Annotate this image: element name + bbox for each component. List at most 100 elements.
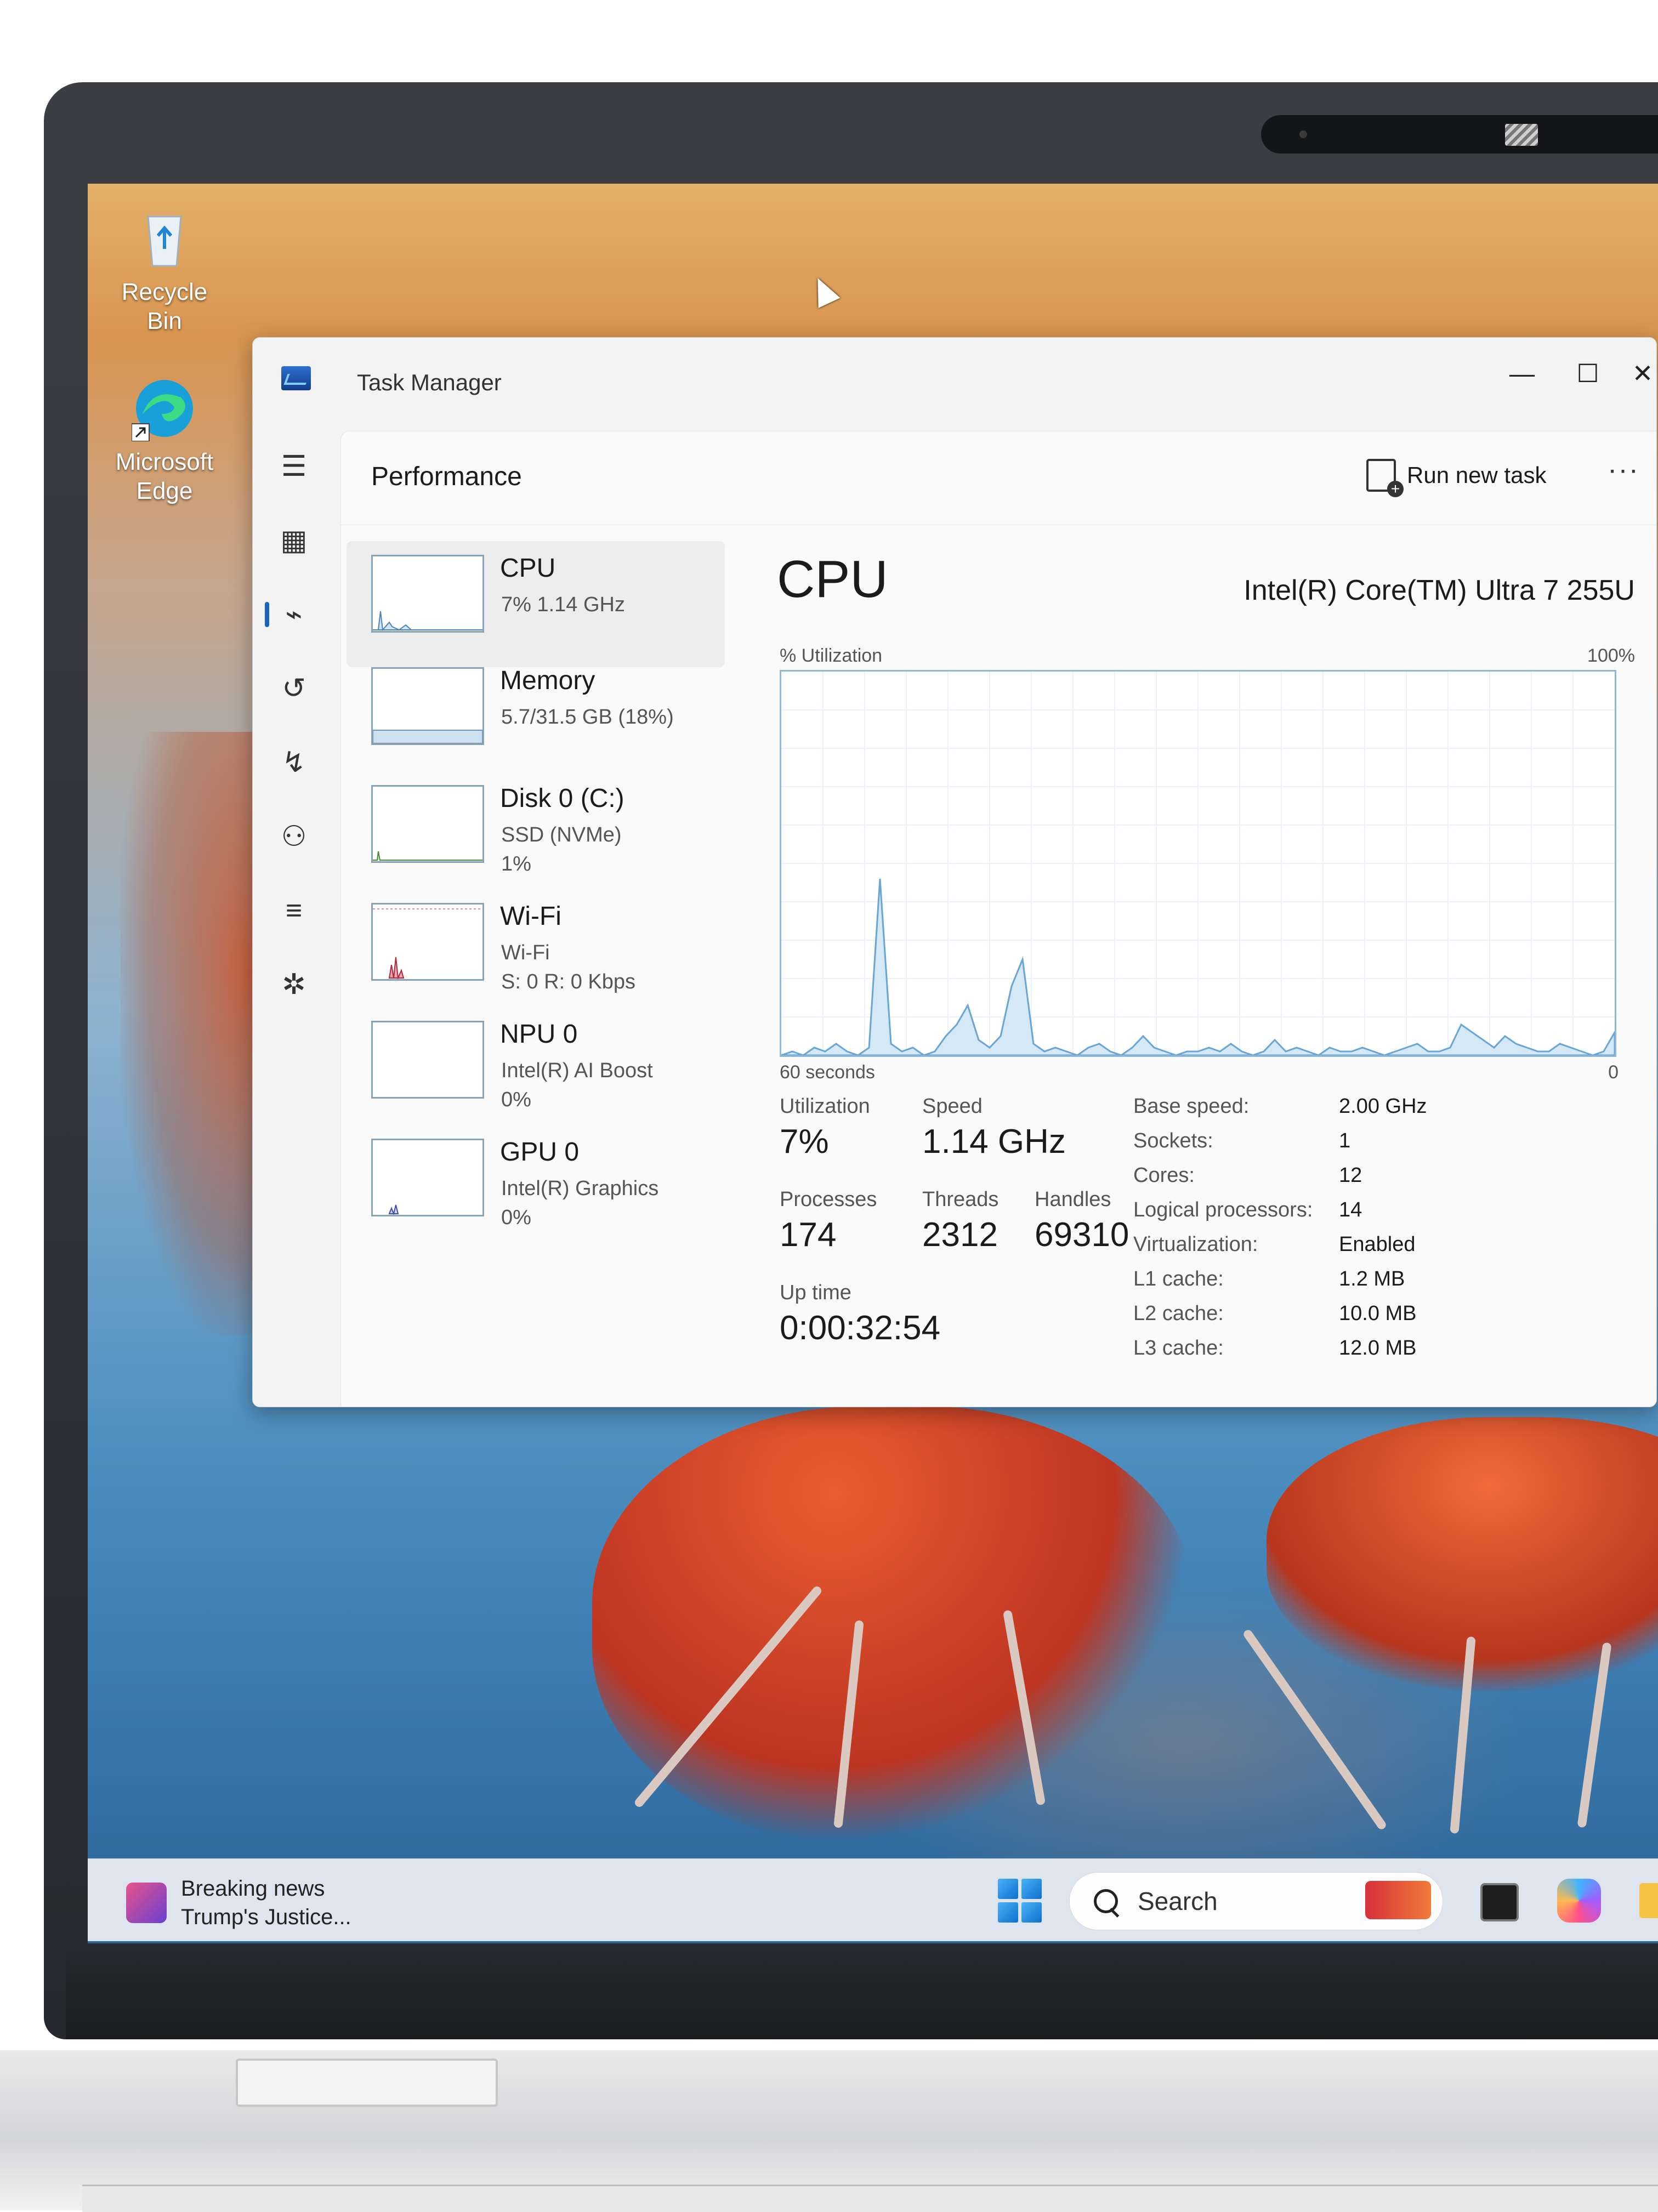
resource-item-memory[interactable]: Memory 5.7/31.5 GB (18%) bbox=[347, 653, 725, 780]
task-manager-window: Task Manager — ☐ ✕ ☰ ▦ ⌁ ↺ ↯ ⚇ ≡ ✲ ⚙ Per… bbox=[252, 337, 1657, 1407]
cpu-graph-svg bbox=[781, 672, 1615, 1055]
search-placeholder: Search bbox=[1138, 1887, 1218, 1915]
minimize-button[interactable]: — bbox=[1497, 354, 1547, 393]
terminal-icon[interactable] bbox=[1480, 1883, 1519, 1921]
uptime-label: Up time bbox=[780, 1281, 851, 1304]
close-button[interactable]: ✕ bbox=[1618, 354, 1656, 393]
cpu-detail-label: L1 cache: bbox=[1133, 1267, 1224, 1290]
desktop-icon-edge[interactable]: Microsoft Edge bbox=[110, 376, 219, 506]
npu-thumbnail bbox=[371, 1021, 484, 1099]
resource-detail: 0% bbox=[501, 1206, 531, 1229]
privacy-shutter bbox=[1505, 124, 1538, 146]
cpu-detail-value: 14 bbox=[1339, 1198, 1362, 1221]
utilization-axis-label: % Utilization bbox=[780, 645, 883, 666]
resource-item-gpu[interactable]: GPU 0 Intel(R) Graphics 0% bbox=[347, 1125, 725, 1251]
resource-detail: 1% bbox=[501, 852, 531, 875]
desktop-icon-recycle-bin[interactable]: Recycle Bin bbox=[110, 206, 219, 336]
cpu-detail-label: Base speed: bbox=[1133, 1095, 1250, 1118]
resource-name: GPU 0 bbox=[500, 1138, 580, 1167]
speed-value: 1.14 GHz bbox=[922, 1123, 1066, 1161]
resource-item-npu[interactable]: NPU 0 Intel(R) AI Boost 0% bbox=[347, 1007, 725, 1133]
page-title: Performance bbox=[371, 462, 522, 491]
search-highlight-icon[interactable] bbox=[1365, 1881, 1431, 1919]
resource-detail: SSD (NVMe) bbox=[501, 823, 622, 846]
cpu-detail-value: 12 bbox=[1339, 1164, 1362, 1187]
cpu-detail-label: L2 cache: bbox=[1133, 1302, 1224, 1325]
processes-value: 174 bbox=[780, 1216, 837, 1254]
threads-value: 2312 bbox=[922, 1216, 998, 1254]
app-history-icon[interactable]: ↺ bbox=[269, 664, 319, 713]
resource-detail: 5.7/31.5 GB (18%) bbox=[501, 706, 674, 729]
edge-icon bbox=[131, 376, 197, 442]
news-icon bbox=[126, 1883, 167, 1923]
threads-label: Threads bbox=[922, 1188, 999, 1211]
news-widget[interactable]: Breaking news Trump's Justice... bbox=[126, 1874, 351, 1931]
uptime-value: 0:00:32:54 bbox=[780, 1309, 941, 1347]
start-button[interactable] bbox=[998, 1879, 1042, 1923]
resource-item-cpu[interactable]: CPU 7% 1.14 GHz bbox=[347, 541, 725, 667]
more-options-button[interactable]: ··· bbox=[1608, 453, 1639, 486]
graph-time-end: 0 bbox=[1608, 1062, 1619, 1083]
resource-name: Wi-Fi bbox=[500, 902, 561, 931]
resource-detail: S: 0 R: 0 Kbps bbox=[501, 970, 636, 993]
hinge-tab bbox=[236, 2059, 498, 2107]
details-icon[interactable]: ≡ bbox=[269, 886, 319, 935]
wallpaper-flamingo bbox=[592, 1406, 1195, 1845]
resource-detail: Intel(R) Graphics bbox=[501, 1177, 659, 1200]
run-new-task-label: Run new task bbox=[1407, 462, 1547, 488]
news-text: Breaking news Trump's Justice... bbox=[181, 1874, 351, 1931]
cpu-detail-label: Virtualization: bbox=[1133, 1233, 1258, 1256]
cpu-detail-label: Sockets: bbox=[1133, 1129, 1213, 1152]
file-explorer-icon[interactable] bbox=[1639, 1883, 1658, 1918]
memory-thumbnail bbox=[371, 667, 484, 745]
speed-label: Speed bbox=[922, 1095, 983, 1118]
cpu-detail-value: Enabled bbox=[1339, 1233, 1416, 1256]
utilization-value: 7% bbox=[780, 1123, 829, 1161]
nav-rail: ☰ ▦ ⌁ ↺ ↯ ⚇ ≡ ✲ ⚙ bbox=[253, 431, 340, 1407]
desktop-icon-label: Recycle Bin bbox=[121, 278, 208, 334]
services-icon[interactable]: ✲ bbox=[269, 960, 319, 1009]
cpu-thumbnail bbox=[371, 555, 484, 633]
performance-icon[interactable]: ⌁ bbox=[265, 590, 319, 639]
run-task-icon bbox=[1366, 459, 1404, 497]
disk-thumbnail bbox=[371, 785, 484, 863]
resource-name: NPU 0 bbox=[500, 1020, 578, 1049]
resource-item-wifi[interactable]: Wi-Fi Wi-Fi S: 0 R: 0 Kbps bbox=[347, 889, 725, 1015]
utilization-axis-max: 100% bbox=[1587, 645, 1635, 666]
processes-icon[interactable]: ▦ bbox=[269, 516, 319, 565]
resource-name: Memory bbox=[500, 666, 595, 695]
resource-name: CPU bbox=[500, 554, 556, 583]
news-title: Breaking news bbox=[181, 1876, 325, 1901]
cpu-detail-value: 2.00 GHz bbox=[1339, 1095, 1427, 1118]
startup-icon[interactable]: ↯ bbox=[269, 738, 319, 787]
handles-value: 69310 bbox=[1035, 1216, 1129, 1254]
utilization-label: Utilization bbox=[780, 1095, 870, 1118]
handles-label: Handles bbox=[1035, 1188, 1111, 1211]
performance-pane: Performance Run new task ··· CPU 7% 1.14… bbox=[340, 431, 1656, 1407]
wifi-thumbnail bbox=[371, 903, 484, 981]
microsoft-365-icon[interactable] bbox=[1557, 1879, 1601, 1923]
run-new-task-button[interactable]: Run new task bbox=[1366, 459, 1547, 497]
resource-item-disk[interactable]: Disk 0 (C:) SSD (NVMe) 1% bbox=[347, 771, 725, 897]
camera-bar bbox=[1261, 115, 1658, 153]
menu-icon[interactable]: ☰ bbox=[269, 442, 319, 491]
cpu-model: Intel(R) Core(TM) Ultra 7 255U bbox=[1244, 575, 1635, 606]
resource-detail: 0% bbox=[501, 1088, 531, 1111]
search-icon bbox=[1094, 1889, 1118, 1913]
taskbar: Breaking news Trump's Justice... Search bbox=[88, 1858, 1658, 1941]
desktop-icon-label: Microsoft Edge bbox=[115, 448, 214, 504]
camera-lens bbox=[1299, 130, 1307, 138]
resource-detail: Wi-Fi bbox=[501, 941, 550, 964]
cpu-detail-label: Logical processors: bbox=[1133, 1198, 1313, 1221]
title-bar[interactable]: Task Manager — ☐ ✕ bbox=[253, 338, 1656, 431]
cpu-detail-value: 1.2 MB bbox=[1339, 1267, 1405, 1290]
keyboard-edge bbox=[82, 2185, 1658, 2212]
maximize-button[interactable]: ☐ bbox=[1563, 354, 1612, 393]
window-title: Task Manager bbox=[357, 369, 502, 395]
users-icon[interactable]: ⚇ bbox=[269, 812, 319, 861]
desktop-screen: Recycle Bin Microsoft Edge Task Manager … bbox=[88, 184, 1658, 1943]
gpu-thumbnail bbox=[371, 1139, 484, 1216]
resource-name: Disk 0 (C:) bbox=[500, 784, 624, 813]
task-manager-icon bbox=[281, 366, 311, 390]
cpu-detail-value: 10.0 MB bbox=[1339, 1302, 1417, 1325]
